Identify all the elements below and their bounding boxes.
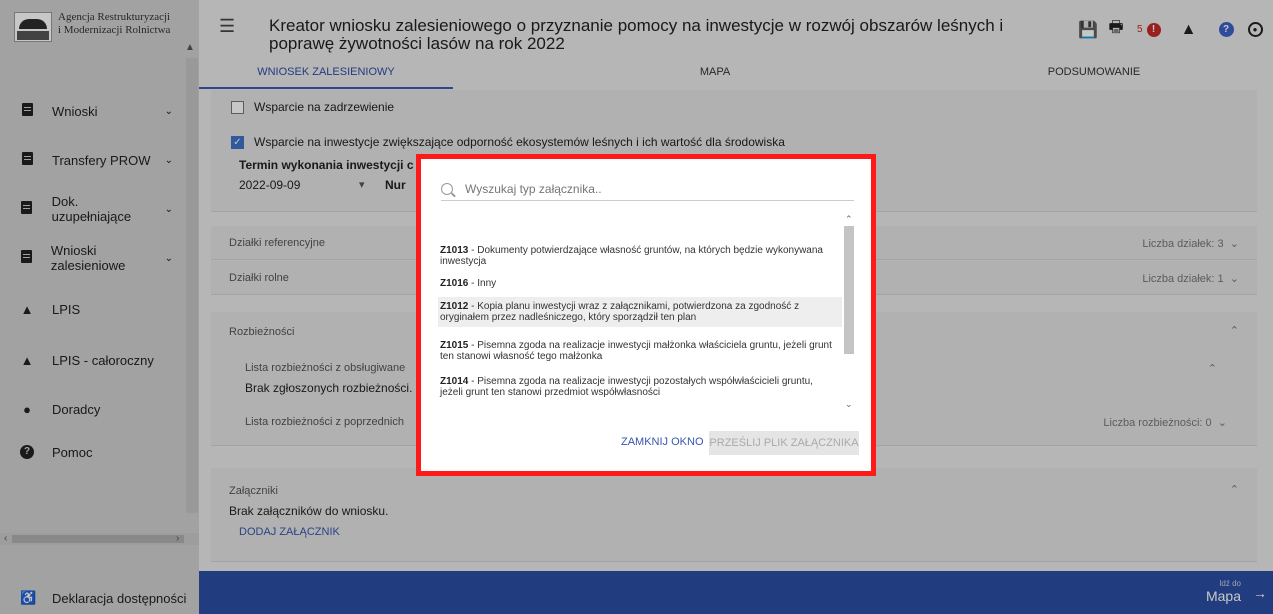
scroll-up-icon[interactable]: ⌃ [845, 214, 853, 225]
item-text: - Pisemna zgoda na realizacje inwestycji… [440, 340, 832, 362]
item-text: - Pisemna zgoda na realizacje inwestycji… [440, 376, 813, 398]
close-dialog-button[interactable]: ZAMKNIJ OKNO [621, 436, 704, 448]
search-input[interactable] [465, 181, 835, 196]
list-item[interactable]: Z1012 - Kopia planu inwestycji wraz z za… [438, 297, 842, 327]
item-code: Z1016 [440, 278, 469, 289]
item-code: Z1013 [440, 245, 469, 256]
search-icon [441, 182, 453, 195]
item-text: - Kopia planu inwestycji wraz z załączni… [440, 301, 800, 323]
scroll-down-icon[interactable]: ⌄ [845, 399, 853, 410]
attachment-type-list: Z1013 - Dokumenty potwierdzające własnoś… [438, 214, 856, 414]
attachment-type-dialog: Z1013 - Dokumenty potwierdzające własnoś… [421, 159, 871, 471]
search-box[interactable] [441, 177, 854, 201]
list-item[interactable]: Z1014 - Pisemna zgoda na realizacje inwe… [438, 372, 842, 402]
item-code: Z1015 [440, 340, 469, 351]
scroll-thumb[interactable] [844, 226, 854, 354]
item-code: Z1014 [440, 376, 469, 387]
item-code: Z1012 [440, 301, 469, 312]
list-item[interactable]: Z1015 - Pisemna zgoda na realizacje inwe… [438, 336, 842, 366]
dialog-actions: ZAMKNIJ OKNO PRZEŚLIJ PLIK ZAŁĄCZNIKA [421, 431, 871, 455]
item-text: - Dokumenty potwierdzające własność grun… [440, 245, 823, 267]
list-item[interactable]: Z1016 - Inny [438, 274, 842, 293]
item-text: - Inny [468, 278, 497, 289]
list-item[interactable]: Z1013 - Dokumenty potwierdzające własnoś… [438, 241, 842, 271]
upload-attachment-button[interactable]: PRZEŚLIJ PLIK ZAŁĄCZNIKA [709, 431, 859, 455]
list-scrollbar[interactable]: ⌃ ⌄ [842, 214, 856, 414]
